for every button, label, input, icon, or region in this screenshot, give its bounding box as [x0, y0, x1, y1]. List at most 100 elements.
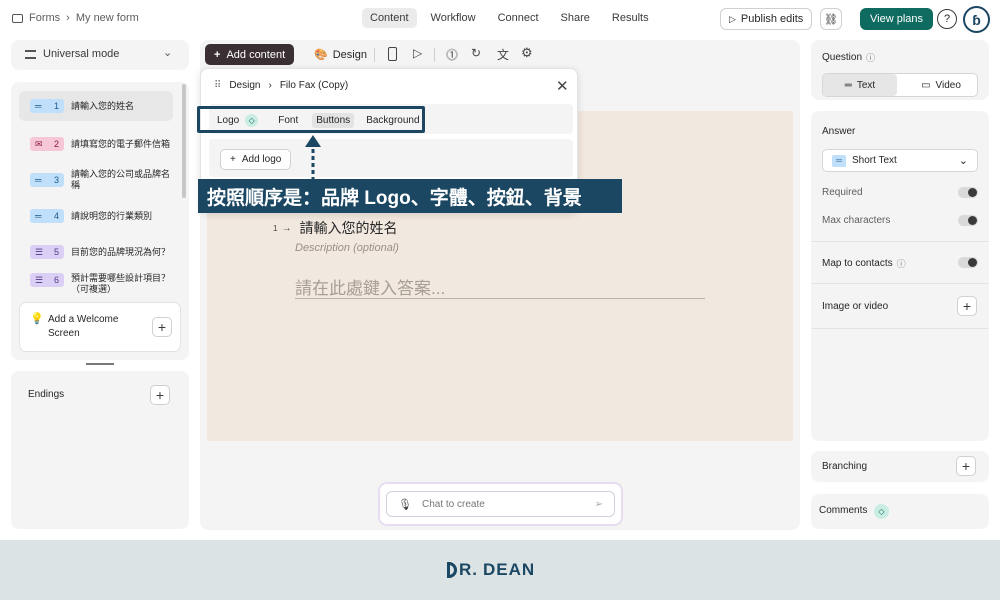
boost-icon[interactable]: ⓵	[446, 46, 458, 63]
map-contacts-toggle[interactable]	[958, 257, 978, 268]
resize-handle[interactable]	[86, 363, 114, 365]
brand-name: DEAN	[483, 560, 536, 579]
branching-label: Branching	[822, 461, 868, 472]
comments-card[interactable]: Comments ◇	[811, 494, 989, 529]
add-logo-button[interactable]: + Add logo	[220, 149, 292, 170]
mode-selector[interactable]: Universal mode ⌄	[11, 40, 189, 70]
max-chars-toggle[interactable]	[958, 215, 978, 226]
help-icon[interactable]: ?	[937, 9, 957, 29]
add-image-video-button[interactable]: +	[957, 296, 977, 316]
video-tab-label: Video	[935, 79, 961, 91]
highlight-box	[197, 106, 425, 133]
question-heading: 1 → 請輸入您的姓名	[273, 218, 397, 238]
answer-type-value: Short Text	[852, 155, 897, 166]
play-preview-icon[interactable]: ▷	[413, 46, 422, 60]
brand-mark-icon	[447, 562, 457, 578]
close-icon[interactable]: ✕	[556, 77, 569, 95]
answer-label: Answer	[822, 126, 856, 137]
brand-logo: R. DEAN	[447, 560, 535, 580]
add-ending-button[interactable]: +	[150, 385, 170, 405]
pointer-arrow-icon	[305, 135, 321, 179]
question-item[interactable]: ✉ 2 請填寫您的電子郵件信箱	[19, 129, 173, 159]
copy-link-button[interactable]: ⛓	[820, 8, 842, 30]
divider	[811, 241, 989, 242]
mobile-preview-icon[interactable]	[388, 47, 397, 61]
add-content-button[interactable]: + Add content	[205, 44, 295, 65]
tab-connect[interactable]: Connect	[490, 8, 547, 28]
media-toggle: ═ Text ▭ Video	[822, 73, 978, 97]
forms-icon	[12, 13, 23, 23]
tab-results[interactable]: Results	[604, 8, 657, 28]
question-number: 1	[273, 223, 278, 233]
short-text-icon: ═ 1	[30, 99, 64, 113]
welcome-label: Add a Welcome Screen	[48, 314, 119, 339]
avatar[interactable]: ɓ	[963, 6, 990, 33]
brand-prefix: R.	[459, 560, 478, 579]
question-item[interactable]: ═ 4 請說明您的行業類別	[19, 201, 173, 231]
question-label: 請填寫您的電子郵件信箱	[71, 138, 171, 149]
question-label: Question	[822, 52, 863, 63]
short-text-icon: ═ 3	[30, 173, 64, 187]
design-label: Design	[332, 48, 367, 61]
text-tab-label: Text	[856, 79, 876, 91]
info-icon: ⓘ	[896, 259, 906, 269]
email-icon: ✉ 2	[30, 137, 64, 151]
add-branching-button[interactable]: +	[956, 456, 976, 476]
divider	[374, 48, 375, 62]
question-label: 請說明您的行業類別	[71, 210, 153, 221]
microphone-icon[interactable]: 🎙	[398, 498, 412, 511]
premium-diamond-icon: ◇	[874, 504, 889, 519]
comments-label: Comments	[819, 505, 868, 516]
top-bar: Forms › My new form Content Workflow Con…	[0, 0, 1000, 38]
design-breadcrumb: ⠿ Design › Filo Fax (Copy)	[214, 80, 348, 91]
footer-banner: R. DEAN	[0, 540, 1000, 600]
divider	[811, 283, 989, 284]
divider	[434, 48, 435, 62]
description-field[interactable]: Description (optional)	[295, 242, 399, 254]
translate-icon[interactable]: 文	[497, 46, 509, 63]
lightbulb-icon: 💡	[30, 313, 44, 325]
tab-workflow[interactable]: Workflow	[423, 8, 484, 28]
map-contacts-label: Map to contacts	[822, 258, 893, 269]
chevron-down-icon: ⌄	[163, 47, 173, 59]
question-item[interactable]: ☰ 6 預計需要哪些設計項目？（可複選）	[19, 273, 173, 293]
required-toggle[interactable]	[958, 187, 978, 198]
divider	[811, 328, 989, 329]
design-title-root[interactable]: Design	[229, 80, 260, 91]
question-item[interactable]: ☰ 5 目前您的品牌現況為何？	[19, 237, 173, 267]
question-item[interactable]: ═ 3 請輸入您的公司或品牌名稱	[19, 165, 173, 195]
send-icon[interactable]: ➢	[595, 499, 603, 510]
welcome-screen-card[interactable]: 💡 Add a Welcome Screen +	[19, 302, 181, 352]
design-button[interactable]: 🎨 Design	[314, 48, 367, 62]
publish-label: Publish edits	[740, 13, 804, 25]
play-icon: ▷	[729, 13, 736, 24]
chat-box[interactable]: 🎙 Chat to create ➢	[378, 482, 623, 526]
mode-label: Universal mode	[43, 48, 120, 60]
arrow-right-icon: →	[281, 222, 292, 234]
sync-icon[interactable]: ↻	[471, 46, 481, 60]
breadcrumb-current[interactable]: My new form	[76, 12, 139, 24]
text-lines-icon: ═	[844, 79, 852, 91]
question-list-panel: ═ 1 請輸入您的姓名 ✉ 2 請填寫您的電子郵件信箱 ═ 3 請輸入您的公司或品牌名…	[11, 82, 189, 365]
view-plans-button[interactable]: View plans	[860, 8, 933, 30]
settings-gear-icon[interactable]: ⚙	[521, 45, 533, 61]
design-title-current: Filo Fax (Copy)	[279, 80, 349, 91]
short-text-icon: ═ 4	[30, 209, 64, 223]
question-item[interactable]: ═ 1 請輸入您的姓名	[19, 91, 173, 121]
drag-handle-icon[interactable]: ⠿	[214, 80, 221, 91]
add-welcome-button[interactable]: +	[152, 317, 172, 337]
tab-text[interactable]: ═ Text	[823, 74, 897, 96]
chevron-right-icon: ›	[66, 12, 70, 24]
answer-field[interactable]: 請在此處鍵入答案...	[295, 274, 445, 299]
link-icon: ⛓	[824, 13, 838, 26]
plus-icon: +	[230, 154, 236, 165]
publish-edits-button[interactable]: ▷ Publish edits	[720, 8, 813, 30]
tab-content[interactable]: Content	[362, 8, 417, 28]
tab-share[interactable]: Share	[553, 8, 598, 28]
breadcrumb-root[interactable]: Forms	[29, 12, 60, 24]
question-title[interactable]: 請輸入您的姓名	[299, 218, 397, 238]
scrollbar[interactable]	[182, 84, 186, 198]
tab-video[interactable]: ▭ Video	[903, 74, 979, 96]
answer-type-select[interactable]: ═ Short Text ⌄	[822, 149, 978, 172]
image-video-label: Image or video	[822, 301, 889, 312]
